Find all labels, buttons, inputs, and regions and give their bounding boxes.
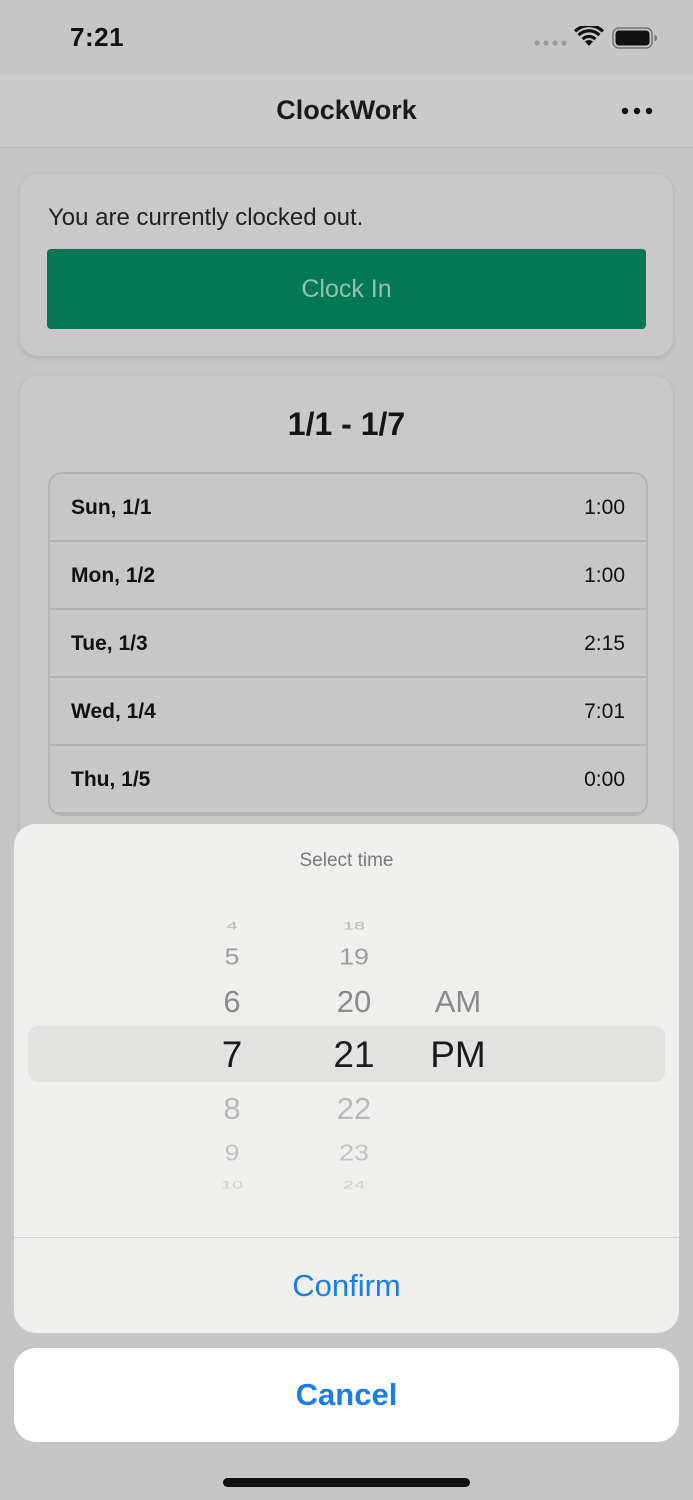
- hour-option[interactable]: 5: [182, 946, 282, 969]
- day-row[interactable]: Wed, 1/4 7:01: [50, 678, 646, 746]
- day-hours: 1:00: [584, 496, 625, 519]
- sheet-title: Select time: [299, 850, 394, 871]
- hour-option[interactable]: 8: [182, 1093, 282, 1124]
- hour-option[interactable]: 4: [182, 921, 282, 932]
- hour-option[interactable]: 9: [182, 1142, 282, 1165]
- time-picker: 4 5 6 7 8 9 10 18 19 20 21 22 23 24 AM P…: [14, 904, 679, 1206]
- page-title: ClockWork: [276, 95, 417, 125]
- week-range-title: 1/1 - 1/7: [287, 406, 406, 442]
- minute-option[interactable]: 22: [304, 1093, 404, 1124]
- day-label: Wed, 1/4: [71, 700, 156, 723]
- minute-wheel[interactable]: 18 19 20 21 22 23 24: [304, 904, 404, 1206]
- hour-option[interactable]: 6: [182, 986, 282, 1017]
- hour-wheel[interactable]: 4 5 6 7 8 9 10: [182, 904, 282, 1206]
- minute-option[interactable]: 18: [304, 921, 404, 932]
- day-hours: 2:15: [584, 632, 625, 655]
- wifi-icon: [574, 26, 604, 46]
- day-label: Thu, 1/5: [71, 768, 151, 791]
- confirm-button[interactable]: Confirm: [14, 1238, 679, 1333]
- period-option-selected[interactable]: PM: [394, 1036, 522, 1073]
- period-wheel[interactable]: AM PM: [394, 904, 522, 1206]
- minute-option[interactable]: 20: [304, 986, 404, 1017]
- day-hours: 1:00: [584, 564, 625, 587]
- cancel-button[interactable]: Cancel: [14, 1348, 679, 1442]
- nav-bar: ClockWork: [0, 75, 693, 148]
- clock-status-card: You are currently clocked out. Clock In: [20, 174, 673, 356]
- minute-option-selected[interactable]: 21: [304, 1036, 404, 1073]
- ellipsis-icon[interactable]: [621, 103, 653, 119]
- day-row[interactable]: Mon, 1/2 1:00: [50, 542, 646, 610]
- day-hours: 7:01: [584, 700, 625, 723]
- day-row[interactable]: Tue, 1/3 2:15: [50, 610, 646, 678]
- period-option[interactable]: AM: [394, 986, 522, 1017]
- time-picker-sheet: Select time 4 5 6 7 8 9 10 18 19 20 21 2…: [14, 824, 679, 1333]
- minute-option[interactable]: 23: [304, 1142, 404, 1165]
- battery-icon: [612, 27, 657, 49]
- minute-option[interactable]: 19: [304, 946, 404, 969]
- clock-status-text: You are currently clocked out.: [48, 204, 364, 231]
- day-row[interactable]: Sun, 1/1 1:00: [50, 474, 646, 542]
- cellular-signal-icon: [534, 40, 567, 46]
- day-row[interactable]: Thu, 1/5 0:00: [50, 746, 646, 814]
- day-label: Tue, 1/3: [71, 632, 148, 655]
- minute-option[interactable]: 24: [304, 1180, 404, 1191]
- status-time: 7:21: [70, 22, 125, 52]
- day-label: Sun, 1/1: [71, 496, 152, 519]
- hour-option-selected[interactable]: 7: [182, 1036, 282, 1073]
- home-indicator[interactable]: [223, 1478, 470, 1487]
- day-label: Mon, 1/2: [71, 564, 156, 587]
- week-summary-card: 1/1 - 1/7 Sun, 1/1 1:00 Mon, 1/2 1:00 Tu…: [20, 376, 673, 896]
- status-bar: 7:21: [0, 0, 693, 75]
- clock-in-button[interactable]: Clock In: [47, 249, 646, 329]
- hour-option[interactable]: 10: [182, 1180, 282, 1191]
- day-hours: 0:00: [584, 768, 625, 791]
- day-list: Sun, 1/1 1:00 Mon, 1/2 1:00 Tue, 1/3 2:1…: [48, 472, 648, 816]
